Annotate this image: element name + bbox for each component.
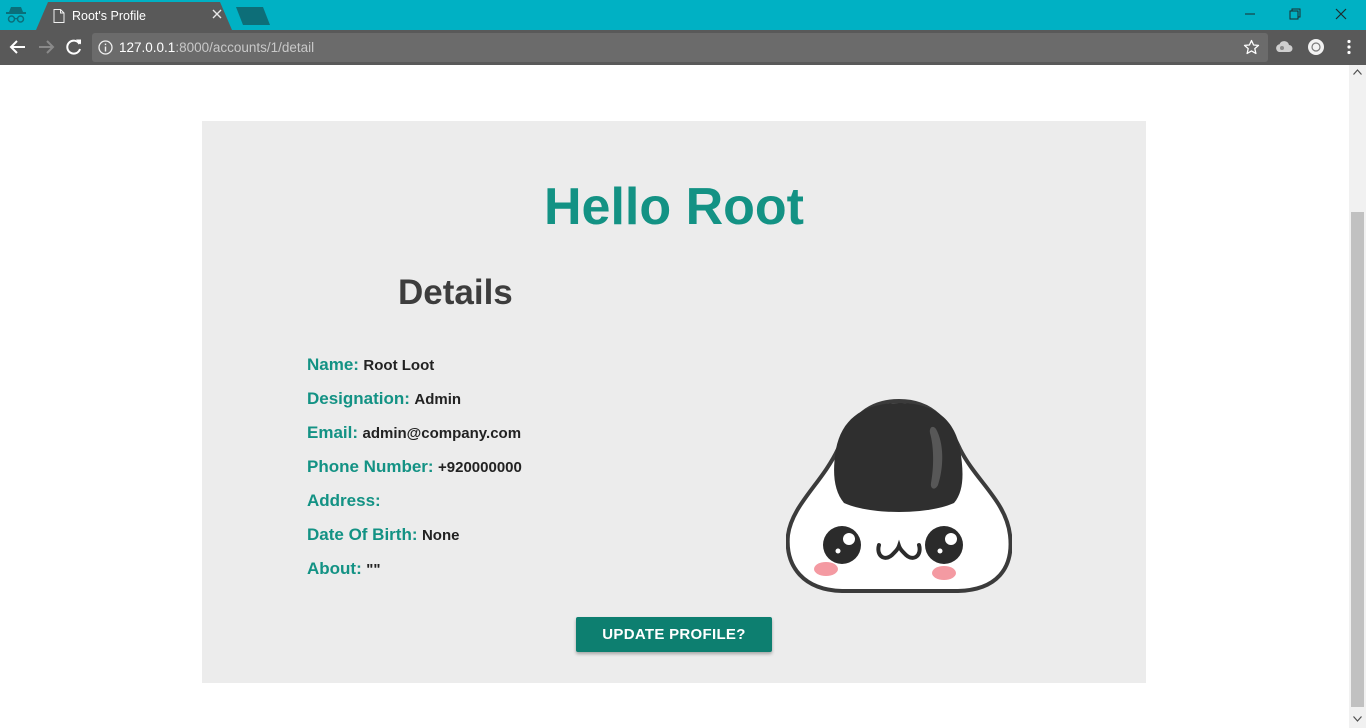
- tab-title: Root's Profile: [72, 9, 146, 23]
- back-arrow-icon[interactable]: [7, 36, 29, 58]
- profile-card: Hello Root Details Name: Root Loot Desig…: [202, 121, 1146, 683]
- field-label: Date Of Birth:: [307, 525, 418, 544]
- field-value: None: [421, 527, 460, 544]
- details-heading: Details: [398, 273, 513, 312]
- onigiri-avatar: [786, 398, 1012, 593]
- reload-icon[interactable]: [63, 36, 85, 58]
- restore-button[interactable]: [1283, 4, 1307, 24]
- url-host: 127.0.0.1: [119, 40, 176, 55]
- url-path: :8000/accounts/1/detail: [175, 40, 315, 55]
- incognito-icon: [6, 7, 26, 23]
- url-text[interactable]: 127.0.0.1:8000/accounts/1/detail: [119, 40, 314, 55]
- tab-strip: Root's Profile: [0, 0, 1366, 30]
- field-dob: Date Of Birth: None: [307, 521, 522, 555]
- field-label: Email:: [307, 423, 359, 442]
- scroll-down-arrow-icon[interactable]: [1353, 716, 1362, 722]
- update-profile-button[interactable]: UPDATE PROFILE?: [576, 617, 772, 652]
- close-window-button[interactable]: [1329, 4, 1353, 24]
- minimize-button[interactable]: [1238, 4, 1262, 24]
- star-icon[interactable]: [1243, 39, 1260, 56]
- field-label: Phone Number:: [307, 457, 434, 476]
- close-icon[interactable]: [211, 8, 223, 20]
- field-label: Designation:: [307, 389, 410, 408]
- field-value: "": [366, 561, 381, 578]
- forward-arrow-icon[interactable]: [35, 36, 57, 58]
- active-tab[interactable]: Root's Profile: [36, 2, 232, 30]
- extension-cloud-icon[interactable]: [1275, 38, 1293, 56]
- scrollbar-thumb[interactable]: [1351, 212, 1364, 707]
- field-designation: Designation: Admin: [307, 385, 522, 419]
- scroll-up-arrow-icon[interactable]: [1353, 69, 1362, 75]
- page-viewport: Hello Root Details Name: Root Loot Desig…: [0, 65, 1349, 728]
- page-icon: [53, 9, 65, 23]
- field-about: About: "": [307, 555, 522, 589]
- greeting-heading: Hello Root: [544, 178, 804, 236]
- info-icon[interactable]: [98, 40, 113, 55]
- field-phone: Phone Number: +920000000: [307, 453, 522, 487]
- field-label: About:: [307, 559, 362, 578]
- field-label: Address:: [307, 491, 381, 510]
- vertical-scrollbar[interactable]: [1349, 65, 1366, 728]
- field-value: Root Loot: [363, 357, 435, 374]
- field-label: Name:: [307, 355, 359, 374]
- details-list: Name: Root Loot Designation: Admin Email…: [307, 351, 522, 589]
- field-value: admin@company.com: [362, 425, 522, 442]
- extension-avatar-icon[interactable]: [1307, 38, 1325, 56]
- field-email: Email: admin@company.com: [307, 419, 522, 453]
- field-name: Name: Root Loot: [307, 351, 522, 385]
- browser-toolbar: 127.0.0.1:8000/accounts/1/detail: [0, 30, 1366, 65]
- kebab-menu-icon[interactable]: [1340, 38, 1358, 56]
- field-value: +920000000: [438, 459, 522, 476]
- new-tab-button[interactable]: [236, 7, 272, 25]
- field-address: Address:: [307, 487, 522, 521]
- field-value: Admin: [414, 391, 462, 408]
- address-bar[interactable]: 127.0.0.1:8000/accounts/1/detail: [92, 33, 1268, 62]
